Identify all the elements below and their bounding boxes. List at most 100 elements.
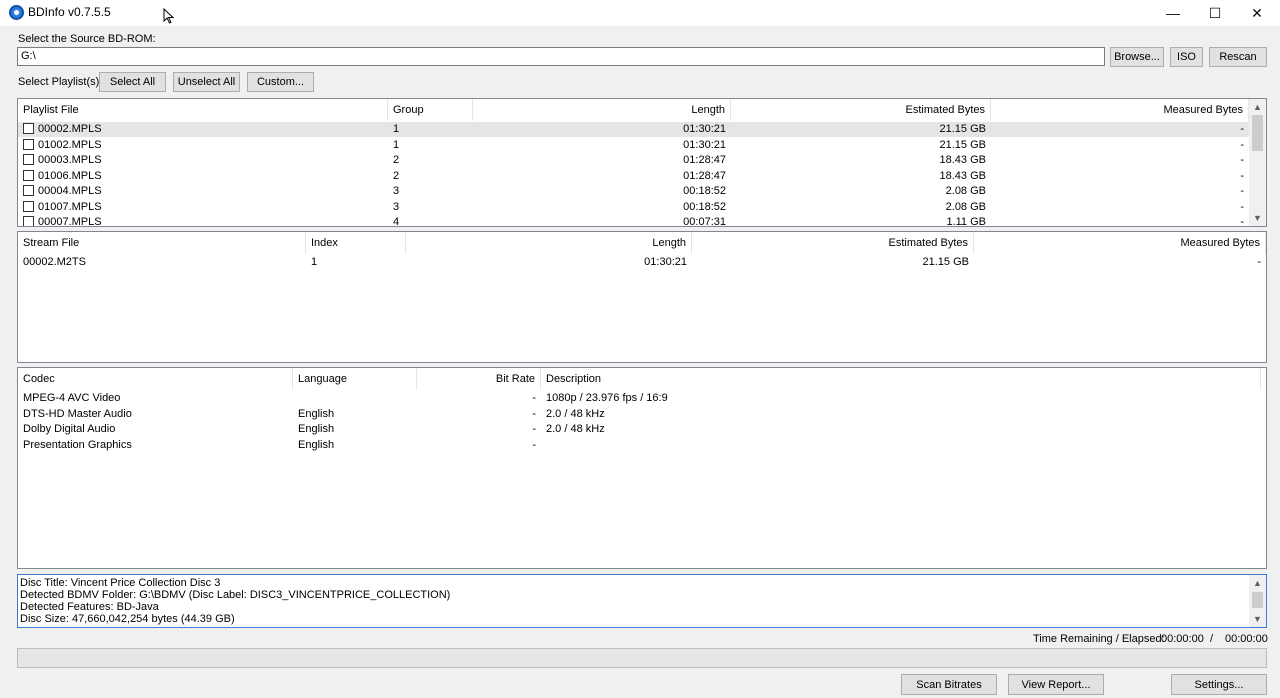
language-cell: English	[298, 407, 335, 420]
info-scroll-thumb[interactable]	[1252, 592, 1263, 608]
bit-rate-cell: -	[532, 423, 536, 435]
group-cell: 4	[393, 216, 400, 227]
codec-cell: Dolby Digital Audio	[23, 423, 116, 435]
description-cell	[541, 438, 1261, 453]
time-remaining-label: Time Remaining / Elapsed:	[1033, 633, 1165, 645]
codec-list[interactable]: Codec Language Bit Rate Description MPEG…	[17, 367, 1267, 569]
scan-progress-bar	[17, 648, 1267, 668]
close-button[interactable]: ✕	[1234, 0, 1280, 26]
codec-row[interactable]: Presentation Graphics English -	[18, 438, 1261, 453]
col-stream-length[interactable]: Length	[406, 232, 692, 254]
info-scroll-down-icon[interactable]: ▼	[1249, 612, 1266, 626]
playlist-file-cell: 01007.MPLS	[18, 200, 388, 215]
playlist-checkbox[interactable]	[23, 185, 34, 196]
disc-info-textbox[interactable]: Disc Title: Vincent Price Collection Dis…	[17, 574, 1267, 628]
select-playlists-label: Select Playlist(s):	[18, 76, 103, 88]
playlist-checkbox[interactable]	[23, 123, 34, 134]
measured-bytes-cell: -	[1240, 216, 1244, 227]
group-cell: 3	[393, 185, 400, 197]
playlist-row[interactable]: 01002.MPLS 1 01:30:21 21.15 GB -	[18, 138, 1250, 153]
custom-button[interactable]: Custom...	[247, 72, 314, 92]
estimated-bytes-cell: 21.15 GB	[939, 138, 986, 151]
language-cell: English	[298, 423, 335, 435]
select-all-button[interactable]: Select All	[99, 72, 166, 92]
estimated-bytes-cell: 21.15 GB	[939, 123, 986, 135]
col-stream-file[interactable]: Stream File	[18, 232, 306, 254]
time-elapsed-value: 00:00:00	[1225, 633, 1268, 645]
codec-row[interactable]: DTS-HD Master Audio English -2.0 / 48 kHz	[18, 407, 1261, 422]
col-language[interactable]: Language	[293, 368, 417, 390]
browse-button[interactable]: Browse...	[1110, 47, 1164, 67]
playlist-checkbox[interactable]	[23, 138, 34, 150]
playlist-row[interactable]: 00007.MPLS 4 00:07:31 1.11 GB -	[18, 215, 1250, 227]
stream-row[interactable]: 00002.M2TS 1 01:30:21 21.15 GB -	[18, 255, 1266, 270]
features-line: Detected Features: BD-Java	[20, 601, 159, 613]
col-estimated-bytes[interactable]: Estimated Bytes	[731, 99, 991, 121]
stream-list[interactable]: Stream File Index Length Estimated Bytes…	[17, 231, 1267, 363]
playlist-scrollbar[interactable]: ▲ ▼	[1249, 99, 1266, 226]
mouse-cursor-icon	[163, 8, 175, 24]
index-cell: 1	[311, 256, 318, 268]
col-index[interactable]: Index	[306, 232, 406, 254]
playlist-file-cell: 00003.MPLS	[18, 153, 388, 168]
codec-header: Codec Language Bit Rate Description	[18, 368, 1261, 390]
bdmv-folder-line: Detected BDMV Folder: G:\BDMV (Disc Labe…	[20, 589, 451, 601]
scan-bitrates-button[interactable]: Scan Bitrates	[901, 674, 997, 695]
measured-bytes-cell: -	[1240, 169, 1244, 182]
playlist-row[interactable]: 01006.MPLS 2 01:28:47 18.43 GB -	[18, 169, 1250, 184]
measured-bytes-cell: -	[1240, 123, 1244, 135]
unselect-all-button[interactable]: Unselect All	[173, 72, 240, 92]
length-cell: 01:28:47	[683, 169, 726, 182]
playlist-checkbox[interactable]	[23, 154, 34, 165]
col-bit-rate[interactable]: Bit Rate	[417, 368, 541, 390]
playlist-file-cell: 00007.MPLS	[18, 215, 388, 226]
scroll-thumb[interactable]	[1252, 115, 1263, 151]
description-cell: 2.0 / 48 kHz	[546, 423, 605, 435]
playlist-row[interactable]: 01007.MPLS 3 00:18:52 2.08 GB -	[18, 200, 1250, 215]
playlist-file-cell: 00002.MPLS	[18, 122, 388, 137]
codec-row[interactable]: Dolby Digital Audio English -2.0 / 48 kHz	[18, 422, 1261, 437]
estimated-bytes-cell: 2.08 GB	[945, 185, 986, 197]
minimize-button[interactable]: —	[1150, 0, 1196, 26]
iso-button[interactable]: ISO	[1170, 47, 1203, 67]
col-stream-measured-bytes[interactable]: Measured Bytes	[974, 232, 1266, 254]
group-cell: 2	[393, 169, 400, 182]
playlist-checkbox[interactable]	[23, 216, 34, 226]
bit-rate-cell: -	[532, 392, 536, 404]
col-codec[interactable]: Codec	[18, 368, 293, 390]
playlist-row[interactable]: 00004.MPLS 3 00:18:52 2.08 GB -	[18, 184, 1250, 199]
settings-button[interactable]: Settings...	[1171, 674, 1267, 695]
view-report-button[interactable]: View Report...	[1008, 674, 1104, 695]
estimated-bytes-cell: 2.08 GB	[945, 200, 986, 213]
rescan-button[interactable]: Rescan	[1209, 47, 1267, 67]
measured-bytes-cell: -	[1240, 185, 1244, 197]
length-cell: 00:18:52	[683, 185, 726, 197]
col-stream-estimated-bytes[interactable]: Estimated Bytes	[692, 232, 974, 254]
playlist-row[interactable]: 00003.MPLS 2 01:28:47 18.43 GB -	[18, 153, 1250, 168]
stream-header: Stream File Index Length Estimated Bytes…	[18, 232, 1266, 254]
stream-length-cell: 01:30:21	[644, 256, 687, 268]
source-label: Select the Source BD-ROM:	[18, 33, 156, 45]
info-scroll-up-icon[interactable]: ▲	[1249, 576, 1266, 590]
col-playlist-file[interactable]: Playlist File	[18, 99, 388, 121]
disc-size-line: Disc Size: 47,660,042,254 bytes (44.39 G…	[20, 613, 235, 625]
scroll-down-icon[interactable]: ▼	[1249, 211, 1266, 225]
source-path-input[interactable]: G:\	[17, 47, 1105, 66]
length-cell: 01:30:21	[683, 138, 726, 151]
playlist-checkbox[interactable]	[23, 169, 34, 181]
playlist-list[interactable]: Playlist File Group Length Estimated Byt…	[17, 98, 1267, 227]
stream-file-cell: 00002.M2TS	[23, 256, 86, 268]
col-measured-bytes[interactable]: Measured Bytes	[991, 99, 1249, 121]
description-cell: 1080p / 23.976 fps / 16:9	[546, 392, 668, 404]
playlist-row[interactable]: 00002.MPLS 1 01:30:21 21.15 GB -	[18, 122, 1250, 137]
col-group[interactable]: Group	[388, 99, 473, 121]
col-description[interactable]: Description	[541, 368, 1261, 390]
col-length[interactable]: Length	[473, 99, 731, 121]
scroll-up-icon[interactable]: ▲	[1249, 100, 1266, 114]
codec-row[interactable]: MPEG-4 AVC Video -1080p / 23.976 fps / 16…	[18, 391, 1261, 406]
disc-info-scrollbar[interactable]: ▲ ▼	[1249, 575, 1266, 627]
codec-cell: DTS-HD Master Audio	[23, 407, 132, 420]
length-cell: 01:28:47	[683, 154, 726, 166]
maximize-button[interactable]: ☐	[1192, 0, 1238, 26]
playlist-checkbox[interactable]	[23, 200, 34, 212]
